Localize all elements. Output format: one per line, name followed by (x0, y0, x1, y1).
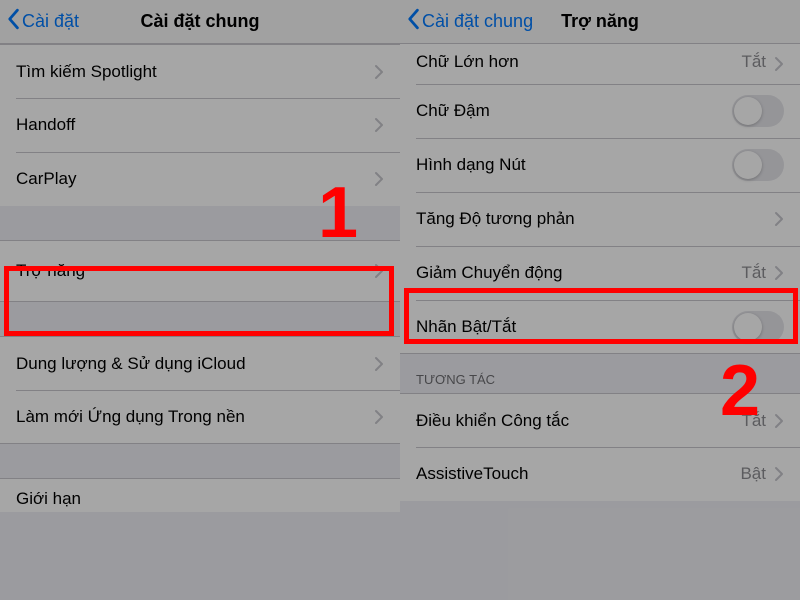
row-spotlight[interactable]: Tìm kiếm Spotlight (0, 44, 400, 98)
row-accessibility[interactable]: Trợ năng (0, 240, 400, 302)
row-larger-text[interactable]: Chữ Lớn hơn Tắt (400, 44, 800, 84)
row-label: Tăng Độ tương phản (416, 209, 774, 229)
right-panel: Cài đặt chung Trợ năng Chữ Lớn hơn Tắt C… (400, 0, 800, 600)
section-header-interaction: TƯƠNG TÁC (400, 354, 800, 393)
row-storage[interactable]: Dung lượng & Sử dụng iCloud (0, 336, 400, 390)
navbar-right: Cài đặt chung Trợ năng (400, 0, 800, 44)
row-value: Tắt (741, 263, 766, 283)
row-reduce-motion[interactable]: Giảm Chuyển động Tắt (400, 246, 800, 300)
row-carplay[interactable]: CarPlay (0, 152, 400, 206)
row-button-shapes[interactable]: Hình dạng Nút (400, 138, 800, 192)
chevron-right-icon (774, 56, 784, 72)
back-button-right[interactable]: Cài đặt chung (406, 8, 533, 35)
settings-list-left: Tìm kiếm Spotlight Handoff CarPlay Trợ n… (0, 44, 400, 512)
toggle-switch[interactable] (732, 149, 784, 181)
row-label: Hình dạng Nút (416, 155, 732, 175)
row-bold-text[interactable]: Chữ Đậm (400, 84, 800, 138)
back-chevron-icon (406, 8, 420, 35)
row-switch-control[interactable]: Điều khiển Công tắc Tắt (400, 393, 800, 447)
chevron-right-icon (774, 413, 784, 429)
row-label: Điều khiển Công tắc (416, 411, 741, 431)
row-label: AssistiveTouch (416, 464, 740, 484)
row-label: CarPlay (16, 169, 374, 189)
row-label: Dung lượng & Sử dụng iCloud (16, 354, 374, 374)
back-label: Cài đặt (22, 11, 79, 32)
nav-title-left: Cài đặt chung (140, 11, 259, 32)
back-label: Cài đặt chung (422, 11, 533, 32)
left-panel: Cài đặt Cài đặt chung Tìm kiếm Spotlight… (0, 0, 400, 600)
row-restrictions[interactable]: Giới hạn (0, 478, 400, 512)
row-assistivetouch[interactable]: AssistiveTouch Bật (400, 447, 800, 501)
toggle-switch[interactable] (732, 311, 784, 343)
row-label: Trợ năng (16, 261, 374, 281)
chevron-right-icon (374, 64, 384, 80)
chevron-right-icon (774, 466, 784, 482)
row-label: Giới hạn (16, 489, 384, 509)
row-label: Giảm Chuyển động (416, 263, 741, 283)
chevron-right-icon (374, 409, 384, 425)
row-handoff[interactable]: Handoff (0, 98, 400, 152)
row-value: Bật (740, 464, 766, 484)
chevron-right-icon (374, 171, 384, 187)
toggle-switch[interactable] (732, 95, 784, 127)
back-button-left[interactable]: Cài đặt (6, 8, 79, 35)
row-label: Chữ Lớn hơn (416, 52, 741, 72)
row-value: Tắt (741, 411, 766, 431)
row-label: Nhãn Bật/Tắt (416, 317, 732, 337)
chevron-right-icon (374, 117, 384, 133)
chevron-right-icon (774, 211, 784, 227)
settings-list-right: Chữ Lớn hơn Tắt Chữ Đậm Hình dạng Nút Tă… (400, 44, 800, 501)
nav-title-right: Trợ năng (561, 11, 639, 32)
row-label: Chữ Đậm (416, 101, 732, 121)
row-onoff-labels[interactable]: Nhãn Bật/Tắt (400, 300, 800, 354)
chevron-right-icon (774, 265, 784, 281)
back-chevron-icon (6, 8, 20, 35)
row-label: Làm mới Ứng dụng Trong nền (16, 407, 374, 427)
row-bgrefresh[interactable]: Làm mới Ứng dụng Trong nền (0, 390, 400, 444)
row-label: Tìm kiếm Spotlight (16, 62, 374, 82)
row-value: Tắt (741, 52, 766, 72)
row-increase-contrast[interactable]: Tăng Độ tương phản (400, 192, 800, 246)
navbar-left: Cài đặt Cài đặt chung (0, 0, 400, 44)
chevron-right-icon (374, 356, 384, 372)
chevron-right-icon (374, 263, 384, 279)
row-label: Handoff (16, 115, 374, 135)
